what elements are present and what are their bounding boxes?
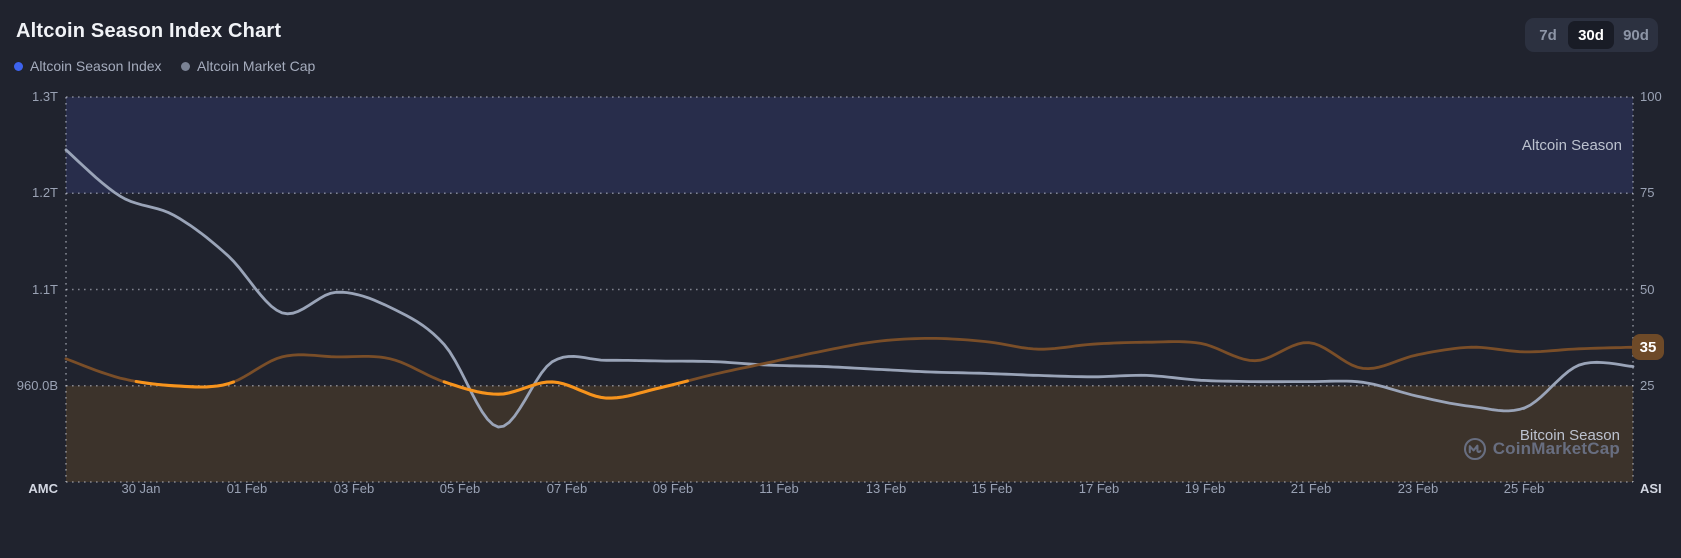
y-axis-right-tick: 75 bbox=[1640, 185, 1655, 200]
x-axis-label: 17 Feb bbox=[1078, 481, 1120, 496]
y-axis-left-title: AMC bbox=[28, 481, 58, 496]
x-axis-label: 11 Feb bbox=[759, 481, 799, 496]
x-axis-label: 23 Feb bbox=[1397, 481, 1439, 496]
chart-plot-area[interactable] bbox=[0, 0, 1681, 558]
coinmarketcap-watermark: CoinMarketCap bbox=[1463, 436, 1620, 461]
x-axis-label: 30 Jan bbox=[121, 481, 161, 496]
x-axis-label: 09 Feb bbox=[652, 481, 694, 496]
coinmarketcap-logo-icon bbox=[1463, 437, 1486, 460]
x-axis-label: 13 Feb bbox=[865, 481, 907, 496]
altcoin-season-band-label: Altcoin Season bbox=[1521, 137, 1622, 154]
x-axis-label: 15 Feb bbox=[971, 481, 1013, 496]
x-axis-label: 03 Feb bbox=[333, 481, 375, 496]
x-axis-label: 01 Feb bbox=[226, 481, 268, 496]
y-axis-right-tick: 100 bbox=[1640, 89, 1662, 104]
y-axis-left-tick: 1.3T bbox=[31, 89, 58, 104]
x-axis-label: 07 Feb bbox=[546, 481, 588, 496]
x-axis-label: 25 Feb bbox=[1503, 481, 1545, 496]
y-axis-right-title: ASI bbox=[1640, 481, 1662, 496]
y-axis-right-tick: 25 bbox=[1640, 378, 1655, 393]
x-axis-label: 05 Feb bbox=[439, 481, 481, 496]
y-axis-left-tick: 1.1T bbox=[31, 282, 58, 297]
altcoin-season-chart-widget: Altcoin Season Index Chart Altcoin Seaso… bbox=[0, 0, 1681, 558]
current-index-value-badge: 35 bbox=[1632, 334, 1664, 360]
y-axis-left-tick: 1.2T bbox=[31, 185, 58, 200]
y-axis-right-tick: 50 bbox=[1640, 282, 1655, 297]
watermark-brand-text: CoinMarketCap bbox=[1492, 438, 1620, 458]
x-axis-label: 21 Feb bbox=[1290, 481, 1332, 496]
y-axis-left-tick: 960.0B bbox=[16, 378, 58, 393]
x-axis-label: 19 Feb bbox=[1184, 481, 1226, 496]
